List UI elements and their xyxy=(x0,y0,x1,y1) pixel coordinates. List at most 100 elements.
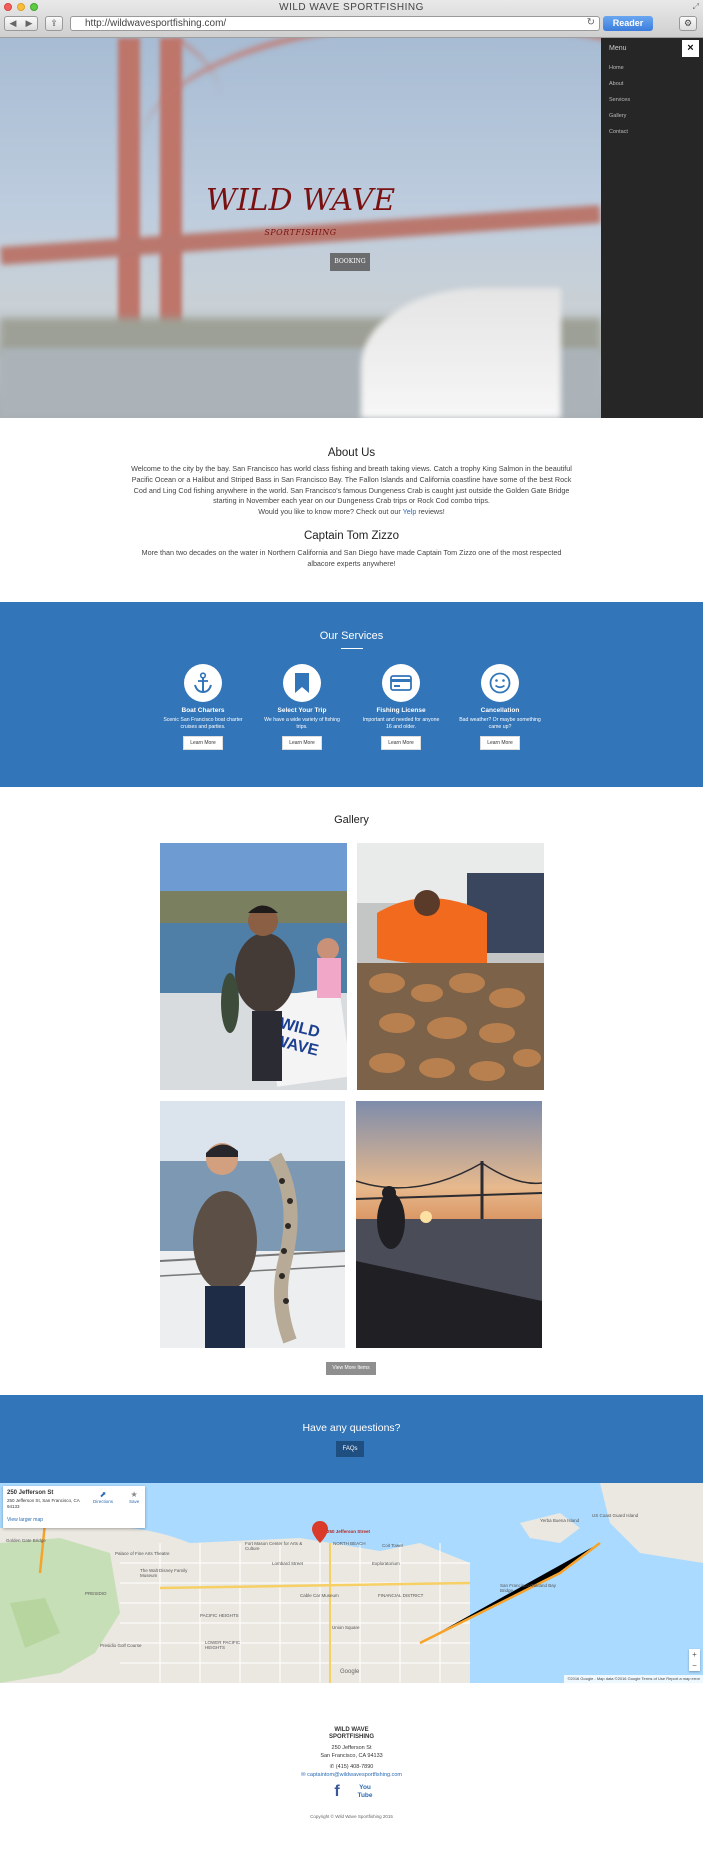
directions-label: Directions xyxy=(93,1499,114,1504)
map-label: Fort Mason Center for Arts & Culture xyxy=(245,1541,303,1551)
credit-card-icon xyxy=(382,664,420,702)
side-menu: Menu × Home About Services Gallery Conta… xyxy=(601,38,703,418)
save-place-button[interactable]: ★ Save xyxy=(129,1490,139,1504)
map-attribution: ©2016 Google - Map data ©2016 Google Ter… xyxy=(564,1675,703,1683)
reader-button[interactable]: Reader xyxy=(603,16,653,31)
map-embed[interactable]: 250 Jefferson St 250 Jefferson St, San F… xyxy=(0,1483,703,1683)
fullscreen-icon[interactable]: ⤢ xyxy=(693,2,699,12)
about-section: About Us Welcome to the city by the bay.… xyxy=(0,418,703,602)
browser-chrome: WILD WAVE SPORTFISHING ◀ ▶ ⇪ http://wild… xyxy=(0,0,703,38)
youtube-icon[interactable]: You Tube xyxy=(356,1784,374,1800)
services-title-underline xyxy=(341,648,363,649)
footer-phone: ✆ (415) 408-7890 xyxy=(0,1764,703,1770)
menu-item-home[interactable]: Home xyxy=(609,65,624,71)
gallery-photo-4[interactable] xyxy=(356,1101,542,1348)
learn-more-button[interactable]: Learn More xyxy=(282,736,322,750)
map-label: Union Square xyxy=(332,1625,360,1630)
hero-section: WILD WAVE SPORTFISHING BOOKING xyxy=(0,38,601,418)
zoom-in-button[interactable]: + xyxy=(689,1649,700,1660)
bookmark-icon xyxy=(283,664,321,702)
service-title: Boat Charters xyxy=(181,707,225,714)
questions-title: Have any questions? xyxy=(302,1422,401,1434)
service-title: Fishing License xyxy=(376,707,426,714)
map-label: Presidio Golf Course xyxy=(100,1643,142,1648)
directions-button[interactable]: ⬈ Directions xyxy=(93,1490,113,1504)
save-label: Save xyxy=(129,1499,140,1504)
back-arrow-icon[interactable]: ◀ xyxy=(10,18,17,29)
google-logo: Google xyxy=(340,1669,360,1675)
zoom-out-button[interactable]: − xyxy=(689,1660,700,1671)
view-larger-map-link[interactable]: View larger map xyxy=(7,1517,43,1523)
share-icon: ⇪ xyxy=(50,18,58,28)
footer: WILD WAVE SPORTFISHING 250 Jefferson St … xyxy=(0,1683,703,1865)
about-more-text: Would you like to know more? Check out o… xyxy=(258,507,403,517)
questions-section: Have any questions? FAQs xyxy=(0,1395,703,1483)
service-title: Cancellation xyxy=(480,707,520,714)
learn-more-button[interactable]: Learn More xyxy=(183,736,223,750)
menu-item-about[interactable]: About xyxy=(609,81,623,87)
gallery-photo-3[interactable] xyxy=(160,1101,345,1348)
gallery-photo-2[interactable] xyxy=(357,843,544,1090)
copyright: Copyright © Wild Wave Sportfishing 2015 xyxy=(310,1814,393,1819)
services-section: Our Services Boat Charters Scenic San Fr… xyxy=(0,602,703,787)
facebook-icon[interactable]: f xyxy=(330,1784,344,1800)
gallery-photo-1[interactable]: WILD WAVE xyxy=(160,843,347,1090)
map-label: NORTH BEACH xyxy=(333,1541,366,1546)
faqs-button[interactable]: FAQs xyxy=(336,1441,364,1457)
email-link[interactable]: captaintom@wildwavesportfishing.com xyxy=(307,1772,402,1778)
settings-button[interactable]: ⚙ xyxy=(679,16,697,31)
smiley-icon xyxy=(481,664,519,702)
service-cancellation: Cancellation Bad weather? Or maybe somet… xyxy=(455,664,545,750)
share-button[interactable]: ⇪ xyxy=(45,16,63,31)
footer-address-line1: 250 Jefferson St xyxy=(331,1745,372,1751)
map-label: PACIFIC HEIGHTS xyxy=(200,1613,239,1618)
map-label: Yerba Buena Island xyxy=(540,1518,580,1523)
learn-more-button[interactable]: Learn More xyxy=(480,736,520,750)
map-place-card: 250 Jefferson St 250 Jefferson St, San F… xyxy=(3,1486,145,1528)
back-forward-buttons[interactable]: ◀ ▶ xyxy=(4,16,38,31)
service-desc: Important and needed for anyone 16 and o… xyxy=(362,717,440,730)
gear-icon: ⚙ xyxy=(683,18,693,28)
menu-title: Menu xyxy=(609,45,627,52)
url-text[interactable]: http://wildwavesportfishing.com/ xyxy=(85,18,226,29)
map-label: FINANCIAL DISTRICT xyxy=(378,1593,424,1598)
booking-button[interactable]: BOOKING xyxy=(330,253,370,271)
footer-name-line2: SPORTFISHING xyxy=(328,1734,374,1740)
service-select-trip: Select Your Trip We have a wide variety … xyxy=(257,664,347,750)
map-label: Palace of Fine Arts Theatre xyxy=(115,1551,170,1556)
forward-arrow-icon[interactable]: ▶ xyxy=(26,18,33,29)
gallery-section: Gallery WILD WAVE View More Items xyxy=(0,787,703,1395)
map-pin-label: 250 Jefferson Street xyxy=(327,1529,371,1534)
service-desc: Bad weather? Or maybe something came up? xyxy=(459,717,541,730)
service-desc: Scenic San Francisco boat charter cruise… xyxy=(163,717,243,730)
captain-title: Captain Tom Zizzo xyxy=(303,530,400,542)
map-label: Golden Gate Bridge xyxy=(6,1538,46,1543)
yelp-link[interactable]: Yelp xyxy=(403,507,417,516)
reload-icon[interactable]: ↻ xyxy=(587,17,595,28)
footer-email: ✉ captaintom@wildwavesportfishing.com xyxy=(0,1772,703,1778)
about-more-suffix: reviews! xyxy=(416,507,445,517)
address-bar[interactable]: http://wildwavesportfishing.com/ ↻ xyxy=(70,16,600,31)
map-label: The Walt Disney Family Museum xyxy=(140,1568,188,1578)
map-label: Exploratorium xyxy=(372,1561,400,1566)
map-label: LOWER PACIFIC HEIGHTS xyxy=(205,1640,241,1650)
map-label: US Coast Guard Island xyxy=(592,1513,639,1518)
menu-item-gallery[interactable]: Gallery xyxy=(609,113,626,119)
window-title: WILD WAVE SPORTFISHING xyxy=(279,2,424,13)
services-title: Our Services xyxy=(319,630,384,642)
about-paragraph: Welcome to the city by the bay. San Fran… xyxy=(131,464,572,506)
service-title: Select Your Trip xyxy=(277,707,327,714)
directions-icon: ⬈ xyxy=(99,1490,107,1499)
map-card-title: 250 Jefferson St xyxy=(7,1490,54,1496)
menu-item-services[interactable]: Services xyxy=(609,97,630,103)
phone-number[interactable]: (415) 408-7890 xyxy=(336,1764,374,1770)
menu-close-button[interactable]: × xyxy=(682,40,699,57)
map-card-address: 250 Jefferson St, San Francisco, CA 9413… xyxy=(7,1498,80,1509)
view-more-button[interactable]: View More Items xyxy=(326,1362,376,1375)
about-text: Welcome to the city by the bay. San Fran… xyxy=(128,464,575,518)
menu-item-contact[interactable]: Contact xyxy=(609,129,628,135)
footer-address-line2: San Francisco, CA 94133 xyxy=(320,1753,383,1759)
captain-text: More than two decades on the water in No… xyxy=(141,548,562,568)
learn-more-button[interactable]: Learn More xyxy=(381,736,421,750)
map-label: San Francisco-Oakland Bay Bridge xyxy=(500,1583,557,1593)
